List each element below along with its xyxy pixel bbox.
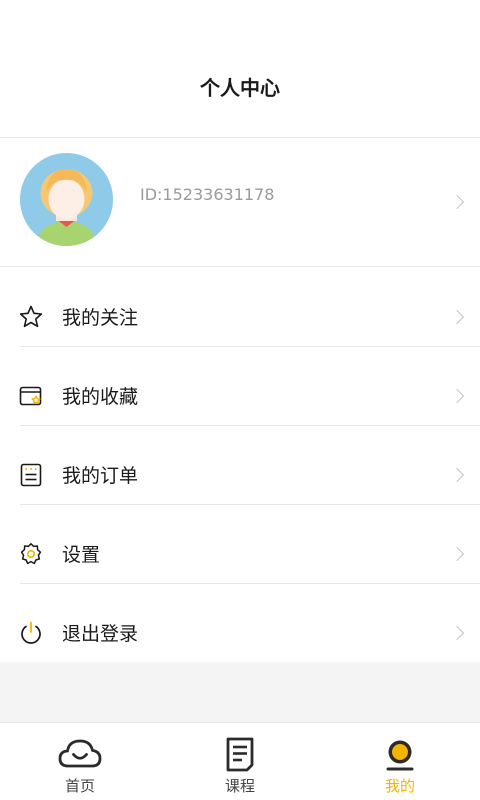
menu-item-label: 我的订单 <box>62 465 139 487</box>
menu-item-favorites[interactable]: 我的收藏 <box>0 347 480 426</box>
favorites-folder-icon <box>19 386 42 406</box>
chevron-right-icon <box>449 309 465 325</box>
chevron-right-icon <box>449 388 465 404</box>
power-icon <box>21 621 41 644</box>
tab-label: 首页 <box>64 777 95 795</box>
chevron-right-icon <box>449 467 465 483</box>
bottom-tab-bar: 首页 课程 我的 <box>0 722 480 800</box>
chevron-right-icon <box>449 546 465 562</box>
cloud-home-icon <box>58 739 102 768</box>
menu-item-label: 退出登录 <box>62 623 139 645</box>
menu-item-follow[interactable]: 我的关注 <box>0 268 480 347</box>
empty-area <box>0 662 480 722</box>
chevron-right-icon <box>449 194 465 210</box>
menu-list: 我的关注 我的收藏 我的订单 设置 退出登录 <box>0 268 480 663</box>
tab-label: 课程 <box>224 777 255 795</box>
page-header: 个人中心 <box>0 0 480 138</box>
tab-label: 我的 <box>384 777 415 795</box>
chevron-right-icon <box>449 625 465 641</box>
course-document-icon <box>226 737 254 772</box>
order-list-icon <box>20 463 42 487</box>
star-icon <box>19 305 43 328</box>
menu-item-label: 我的关注 <box>62 307 139 329</box>
gear-icon <box>20 543 42 565</box>
menu-item-logout[interactable]: 退出登录 <box>0 584 480 663</box>
menu-item-label: 设置 <box>62 544 101 566</box>
profile-row[interactable]: ID:15233631178 <box>0 139 480 267</box>
tab-course[interactable]: 课程 <box>160 723 320 800</box>
avatar[interactable] <box>20 153 113 246</box>
user-id-text: ID:15233631178 <box>140 185 275 204</box>
tab-mine[interactable]: 我的 <box>320 723 480 800</box>
tab-home[interactable]: 首页 <box>0 723 160 800</box>
menu-item-orders[interactable]: 我的订单 <box>0 426 480 505</box>
menu-item-label: 我的收藏 <box>62 386 139 408</box>
menu-item-settings[interactable]: 设置 <box>0 505 480 584</box>
profile-circle-icon <box>386 740 414 771</box>
page-title: 个人中心 <box>200 76 280 100</box>
